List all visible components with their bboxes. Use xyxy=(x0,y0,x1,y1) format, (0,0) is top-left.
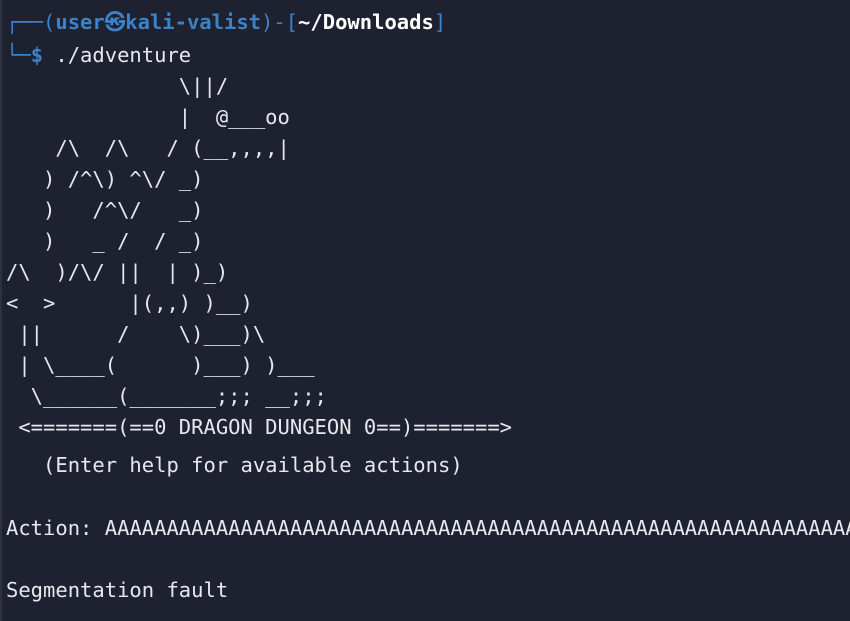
dragon-ascii-art: \||/ | @___oo /\ /\ / (__,,,,| ) /^\) ^\… xyxy=(6,74,513,439)
prompt-frame-bottom: └─ xyxy=(6,43,31,67)
prompt-close-bracket: ] xyxy=(433,10,447,34)
command-text: ./adventure xyxy=(43,43,192,67)
command-line: └─$ ./adventure xyxy=(6,40,191,71)
prompt-frame-top: ┌── xyxy=(6,10,44,34)
prompt-open-paren: ( xyxy=(43,10,56,34)
action-input-line: Action: AAAAAAAAAAAAAAAAAAAAAAAAAAAAAAAA… xyxy=(6,516,850,540)
prompt-open-bracket: [ xyxy=(285,10,299,34)
prompt-close-paren: ) xyxy=(261,10,274,34)
prompt-dollar: $ xyxy=(30,43,44,67)
prompt-header: ┌──(user㉿kali-valist)-[~/Downloads] xyxy=(6,7,446,38)
prompt-dash: - xyxy=(273,10,286,34)
segfault-message: Segmentation fault xyxy=(6,578,229,602)
prompt-user: user xyxy=(55,10,105,34)
prompt-host: kali-valist xyxy=(125,10,262,34)
window-edge xyxy=(0,0,2,621)
prompt-at-icon: ㉿ xyxy=(104,10,126,34)
prompt-path: ~/Downloads xyxy=(298,10,434,34)
help-hint: (Enter help for available actions) xyxy=(6,453,463,477)
terminal-window[interactable]: ┌──(user㉿kali-valist)-[~/Downloads] └─$ … xyxy=(0,0,850,621)
